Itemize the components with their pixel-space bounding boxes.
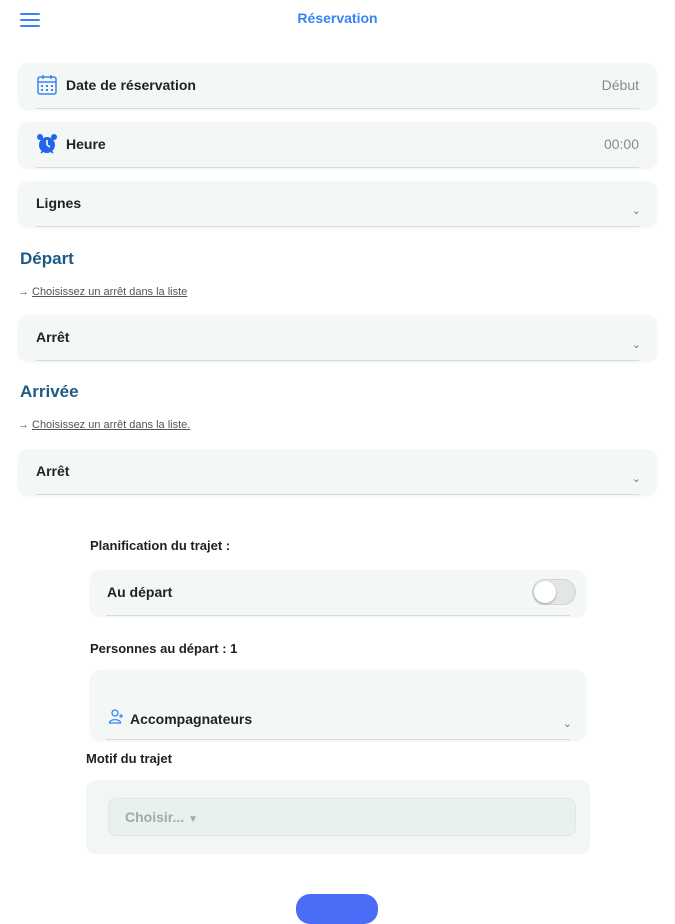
arrival-title: Arrivée (20, 382, 79, 401)
person-outline-icon (108, 709, 123, 724)
arrival-stop-dropdown[interactable]: Arrêt ⌄ (18, 449, 657, 495)
arrival-hint-link[interactable]: → Choisissez un arrêt dans la liste. (18, 419, 190, 431)
field-underline (106, 739, 570, 740)
arrival-stop-label: Arrêt (36, 463, 70, 479)
departure-stop-label: Arrêt (36, 329, 70, 345)
field-underline (36, 226, 639, 227)
lines-dropdown-label: Lignes (36, 195, 82, 211)
companions-dropdown[interactable]: Accompagnateurs ⌄ (90, 670, 586, 740)
departure-hint-link[interactable]: → Choisissez un arrêt dans la liste (18, 286, 187, 298)
time-field-label: Heure (66, 136, 106, 152)
chevron-down-icon: ⌄ (631, 205, 641, 217)
caret-down-icon: ▼ (188, 814, 199, 825)
field-underline (36, 167, 639, 168)
chevron-down-icon: ⌄ (562, 718, 572, 730)
motif-placeholder-text: Choisir... (125, 809, 185, 825)
date-field-label: Date de réservation (66, 77, 196, 93)
motif-title: Motif du trajet (86, 751, 172, 766)
field-underline (36, 360, 639, 361)
arrow-right-icon: → (18, 286, 29, 298)
motif-select-placeholder: Choisir... ▼ (125, 809, 198, 825)
au-depart-row: Au départ (90, 570, 586, 616)
alarm-clock-icon (37, 134, 57, 154)
departure-stop-dropdown[interactable]: Arrêt ⌄ (18, 315, 657, 361)
time-field-value: 00:00 (603, 136, 639, 152)
page-title: Réservation (297, 10, 378, 26)
companions-label: Accompagnateurs (130, 711, 253, 727)
date-field[interactable]: Date de réservation Début (18, 63, 657, 109)
arrival-hint-text: Choisissez un arrêt dans la liste. (32, 419, 191, 431)
calendar-icon (37, 75, 57, 95)
chevron-down-icon: ⌄ (631, 339, 641, 351)
date-field-value: Début (601, 77, 639, 93)
field-underline (36, 494, 639, 495)
motif-select[interactable]: Choisir... ▼ (108, 798, 576, 836)
time-field[interactable]: Heure 00:00 (18, 122, 657, 168)
submit-button[interactable] (296, 894, 378, 924)
chevron-down-icon: ⌄ (631, 473, 641, 485)
field-underline (36, 108, 639, 109)
arrow-right-icon: → (18, 419, 29, 431)
motif-container: Choisir... ▼ (86, 780, 590, 854)
departure-title: Départ (20, 249, 74, 268)
planning-title: Planification du trajet : (90, 538, 231, 553)
toggle-knob (534, 581, 556, 603)
au-depart-label: Au départ (107, 584, 173, 600)
lines-dropdown[interactable]: Lignes ⌄ (18, 181, 657, 227)
field-underline (106, 615, 570, 616)
au-depart-toggle[interactable] (532, 579, 576, 605)
departure-hint-text: Choisissez un arrêt dans la liste (32, 286, 188, 298)
persons-title: Personnes au départ : 1 (90, 641, 238, 656)
